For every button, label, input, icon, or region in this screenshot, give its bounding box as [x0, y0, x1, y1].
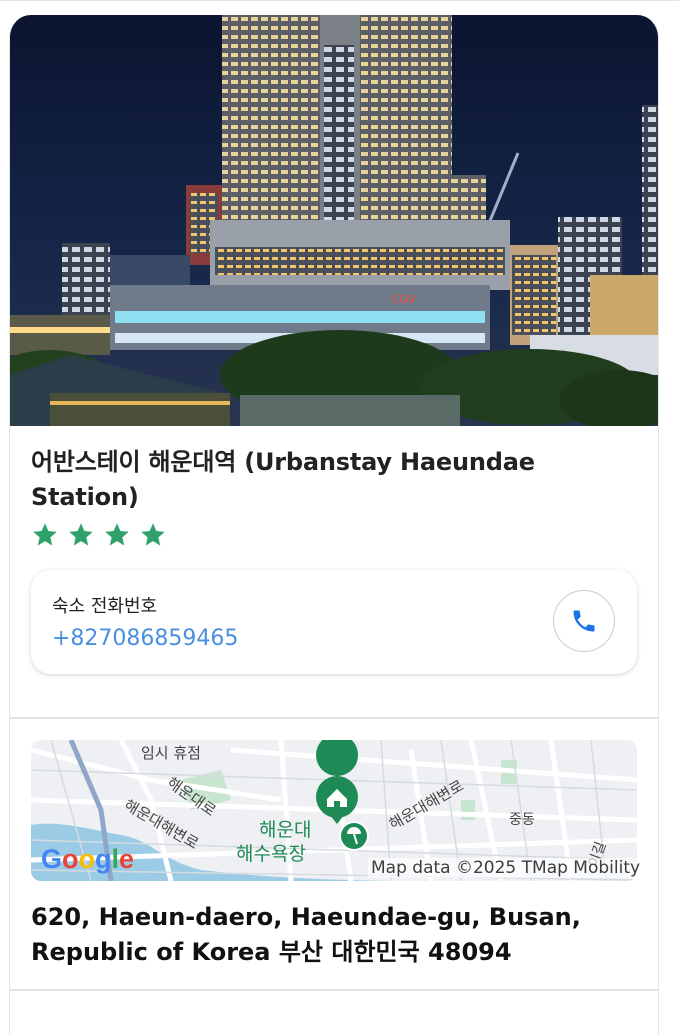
- map-label-temp-closed: 임시 휴점: [141, 744, 201, 762]
- star-icon: [33, 523, 57, 546]
- hotel-photo[interactable]: CGV: [10, 15, 658, 426]
- beach-marker-icon[interactable]: [339, 821, 369, 851]
- star-icon: [69, 523, 93, 546]
- call-button[interactable]: [553, 590, 615, 652]
- top-rule: [0, 0, 679, 1]
- map-credit: Map data ©2025 TMap Mobility: [368, 858, 644, 878]
- google-logo: Google: [41, 844, 134, 874]
- map-label-district: 중동: [509, 812, 535, 828]
- map-label-beach-line1: 해운대: [259, 819, 311, 841]
- listing-card: CGV 어반스테이 해운대역 (Urbanstay Haeundae Stati…: [9, 15, 659, 1035]
- phone-card: 숙소 전화번호 +827086859465: [31, 570, 637, 674]
- listing-title: 어반스테이 해운대역 (Urbanstay Haeundae Station): [31, 448, 535, 511]
- star-icon: [141, 523, 165, 546]
- svg-text:CGV: CGV: [392, 293, 416, 306]
- section-divider: [10, 989, 658, 991]
- phone-label: 숙소 전화번호: [52, 596, 158, 617]
- address-text: 620, Haeun-daero, Haeundae-gu, Busan, Re…: [31, 903, 581, 966]
- star-icon: [105, 523, 129, 546]
- section-divider: [10, 717, 658, 719]
- phone-icon: [573, 610, 595, 632]
- phone-number-link[interactable]: +827086859465: [52, 626, 238, 651]
- map-label-beach-line2: 해수욕장: [236, 843, 306, 865]
- star-rating: [31, 521, 167, 549]
